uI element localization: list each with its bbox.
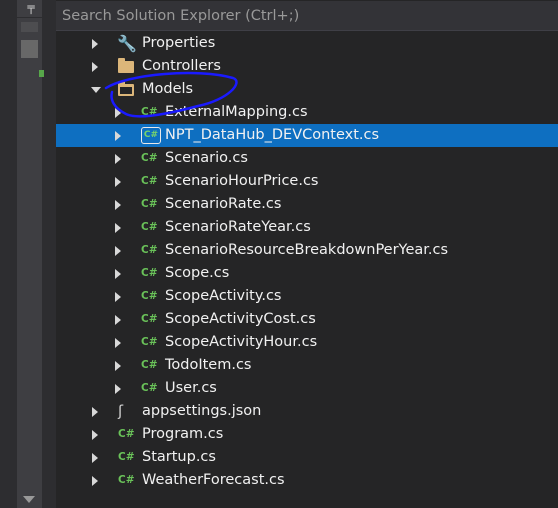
chevron-right-icon[interactable] — [115, 223, 121, 233]
tree-item-root-file[interactable]: C# Program.cs — [56, 423, 558, 446]
tree-item-label: appsettings.json — [142, 403, 262, 419]
tree-item-label: WeatherForecast.cs — [142, 472, 285, 488]
csharp-file-icon: C# — [141, 198, 158, 210]
chevron-right-icon[interactable] — [92, 476, 98, 486]
csharp-file-icon: C# — [141, 313, 158, 325]
csharp-file-icon: C# — [141, 175, 158, 187]
chevron-right-icon[interactable] — [115, 246, 121, 256]
csharp-file-icon: C# — [141, 244, 158, 256]
tree-item-root-file[interactable]: C# Startup.cs — [56, 446, 558, 469]
change-marker — [39, 70, 44, 77]
tree-item-label: Program.cs — [142, 426, 224, 442]
csharp-file-icon: C# — [141, 221, 158, 233]
chevron-right-icon[interactable] — [115, 269, 121, 279]
scrollbar-separator — [17, 17, 42, 18]
tree-item-model-file[interactable]: C# ScopeActivityHour.cs — [56, 331, 558, 354]
tree-item-root-file[interactable]: C# WeatherForecast.cs — [56, 469, 558, 492]
tree-item-model-file[interactable]: C# ScenarioRate.cs — [56, 193, 558, 216]
chevron-right-icon[interactable] — [92, 407, 98, 417]
chevron-right-icon[interactable] — [92, 430, 98, 440]
tree-item-root-file[interactable]: ʃ appsettings.json — [56, 400, 558, 423]
tree-item-label: TodoItem.cs — [165, 357, 252, 373]
tree-item-label: User.cs — [165, 380, 217, 396]
tree-item-label: ScopeActivityCost.cs — [165, 311, 316, 327]
chevron-right-icon[interactable] — [115, 338, 121, 348]
scrollbar-split-handle[interactable] — [21, 22, 38, 32]
tree-item-model-file[interactable]: C# ScenarioHourPrice.cs — [56, 170, 558, 193]
json-file-icon: ʃ — [118, 402, 124, 420]
csharp-file-icon: C# — [118, 428, 135, 440]
annotation-scribble — [104, 71, 238, 118]
csharp-file-icon: C# — [141, 382, 158, 394]
chevron-right-icon[interactable] — [92, 453, 98, 463]
tree-item-properties[interactable]: 🔧 Properties — [56, 32, 558, 55]
chevron-right-icon[interactable] — [115, 200, 121, 210]
tree-item-model-file[interactable]: C# TodoItem.cs — [56, 354, 558, 377]
csharp-file-icon: C# — [141, 267, 158, 279]
scrollbar-thumb[interactable] — [21, 40, 38, 58]
csharp-file-icon: C# — [141, 290, 158, 302]
csharp-file-icon: C# — [141, 127, 161, 144]
tree-item-label: ScopeActivityHour.cs — [165, 334, 318, 350]
tree-item-label: ScopeActivity.cs — [165, 288, 282, 304]
chevron-right-icon[interactable] — [115, 315, 121, 325]
scroll-down-arrow-icon[interactable] — [23, 496, 35, 503]
tree-item-model-file[interactable]: C# NPT_DataHub_DEVContext.cs — [56, 124, 558, 147]
csharp-file-icon: C# — [118, 451, 135, 463]
chevron-right-icon[interactable] — [115, 384, 121, 394]
csharp-file-icon: C# — [118, 474, 135, 486]
tree-item-model-file[interactable]: C# ScopeActivityCost.cs — [56, 308, 558, 331]
tree-item-label: Scenario.cs — [165, 150, 248, 166]
search-placeholder: Search Solution Explorer (Ctrl+;) — [62, 8, 300, 24]
chevron-right-icon[interactable] — [115, 361, 121, 371]
tree-item-label: NPT_DataHub_DEVContext.cs — [165, 127, 380, 143]
csharp-file-icon: C# — [141, 359, 158, 371]
tree-item-label: ScenarioHourPrice.cs — [165, 173, 319, 189]
search-input[interactable]: Search Solution Explorer (Ctrl+;) — [56, 1, 558, 31]
chevron-right-icon[interactable] — [115, 154, 121, 164]
tree-item-model-file[interactable]: C# ScenarioRateYear.cs — [56, 216, 558, 239]
csharp-file-icon: C# — [141, 336, 158, 348]
chevron-right-icon[interactable] — [115, 131, 121, 141]
pin-icon[interactable]: ╤ — [24, 1, 38, 15]
chevron-right-icon[interactable] — [115, 177, 121, 187]
tree-item-label: ScenarioRateYear.cs — [165, 219, 311, 235]
tree-item-model-file[interactable]: C# ScopeActivity.cs — [56, 285, 558, 308]
tree-item-label: ScenarioRate.cs — [165, 196, 282, 212]
chevron-right-icon[interactable] — [92, 39, 98, 49]
tree-item-label: Startup.cs — [142, 449, 216, 465]
tree-item-model-file[interactable]: C# User.cs — [56, 377, 558, 400]
tree-item-model-file[interactable]: C# ScenarioResourceBreakdownPerYear.cs — [56, 239, 558, 262]
chevron-right-icon[interactable] — [115, 292, 121, 302]
wrench-icon: 🔧 — [117, 34, 137, 53]
tree-item-label: Properties — [142, 35, 216, 51]
tree-item-model-file[interactable]: C# Scope.cs — [56, 262, 558, 285]
tree-item-model-file[interactable]: C# Scenario.cs — [56, 147, 558, 170]
tree-item-label: ScenarioResourceBreakdownPerYear.cs — [165, 242, 449, 258]
csharp-file-icon: C# — [141, 152, 158, 164]
tree-item-label: Scope.cs — [165, 265, 230, 281]
